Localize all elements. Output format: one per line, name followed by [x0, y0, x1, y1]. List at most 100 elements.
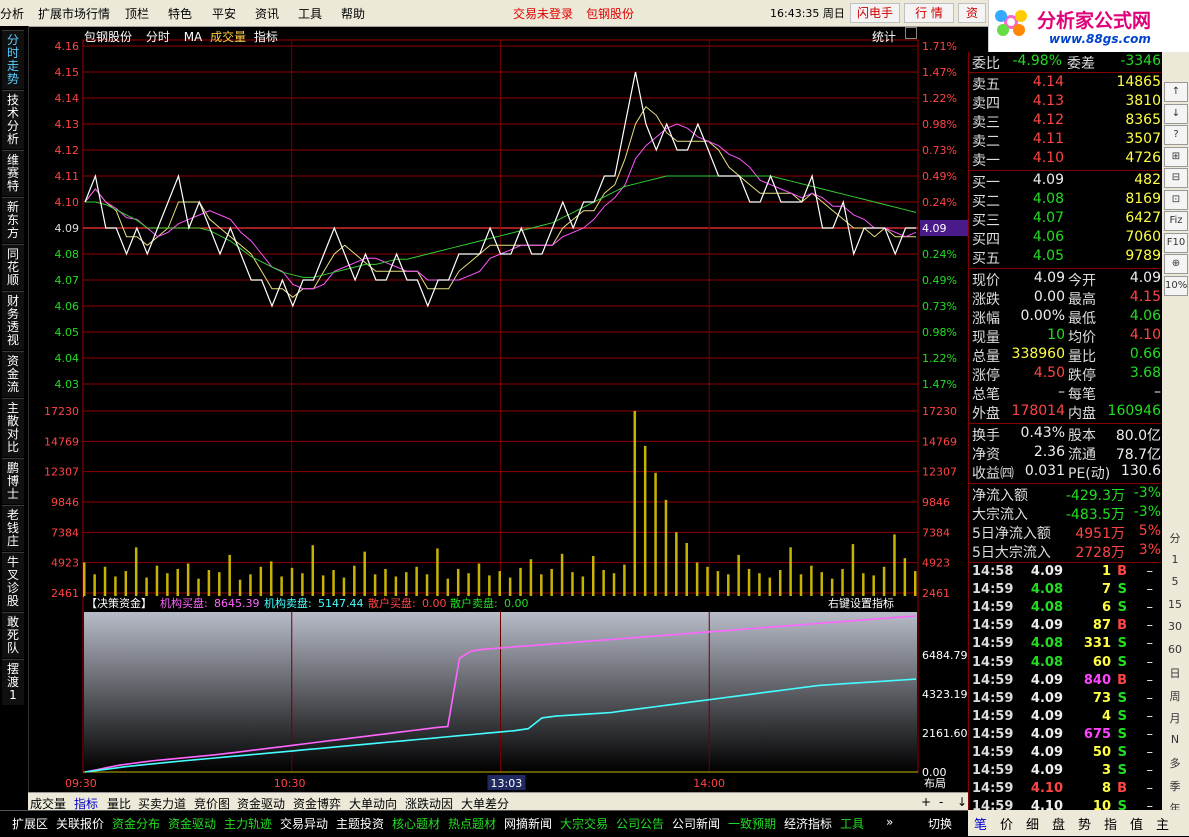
ask-label: 卖五 — [972, 77, 1000, 93]
tick-tab-4[interactable]: 势 — [1078, 814, 1091, 833]
tick-row: 14:59 4.09 73 S – — [969, 691, 1161, 710]
menu-tools[interactable]: 工具 — [298, 5, 322, 22]
ext-tab-5[interactable]: 交易异动 — [280, 815, 328, 832]
pct-tick-label: 0.49% — [922, 170, 957, 183]
ext-tab-16[interactable]: » — [886, 815, 893, 829]
left-tab-4[interactable]: 同花顺 — [2, 244, 24, 290]
ext-tab-10[interactable]: 大宗交易 — [560, 815, 608, 832]
ma-label[interactable]: MA — [184, 30, 203, 44]
period-button-3[interactable]: 15 — [1164, 598, 1186, 611]
period-button-6[interactable]: 日 — [1164, 665, 1186, 681]
menu-analysis[interactable]: 分析 — [0, 5, 24, 22]
period-button-8[interactable]: 月 — [1164, 710, 1186, 726]
period-button-10[interactable]: 多 — [1164, 755, 1186, 771]
tick-tab-3[interactable]: 盘 — [1052, 814, 1065, 833]
ext-tab-1[interactable]: 关联报价 — [56, 815, 104, 832]
menu-special[interactable]: 特色 — [168, 5, 192, 22]
trade-login-status[interactable]: 交易未登录 — [513, 5, 573, 22]
side-tool-icon-4[interactable]: ⊟ — [1164, 168, 1188, 188]
stat-button[interactable]: 统计 — [872, 28, 896, 45]
subchart-control-1[interactable]: - — [939, 795, 943, 809]
ask-price: 4.14 — [1032, 74, 1064, 90]
ext-tab-15[interactable]: 工具 — [840, 815, 864, 832]
side-tool-icon-3[interactable]: ⊞ — [1164, 146, 1188, 167]
stock-name-label: 包钢股份 — [84, 30, 133, 44]
period-button-7[interactable]: 周 — [1164, 688, 1186, 704]
period-button-4[interactable]: 30 — [1164, 620, 1186, 633]
ask-row: 卖五 4.14 14865 — [969, 74, 1161, 93]
ext-tab-13[interactable]: 一致预期 — [728, 815, 776, 832]
ext-tab-0[interactable]: 扩展区 — [12, 815, 48, 832]
menu-help[interactable]: 帮助 — [341, 5, 365, 22]
indicator-label[interactable]: 指标 — [254, 30, 278, 44]
volume-bar — [706, 566, 709, 597]
left-tab-10[interactable]: 牛叉诊股 — [2, 552, 24, 611]
side-tool-icon-1[interactable]: ↓ — [1164, 103, 1188, 124]
ask-label: 卖一 — [972, 153, 1000, 169]
menu-news[interactable]: 资讯 — [255, 5, 279, 22]
side-tool-icon-2[interactable]: ? — [1164, 125, 1188, 145]
side-tool-icon-9[interactable]: 10% — [1164, 275, 1188, 296]
left-tab-7[interactable]: 主散对比 — [2, 398, 24, 457]
ext-tab-11[interactable]: 公司公告 — [616, 815, 664, 832]
left-tab-6[interactable]: 资金流 — [2, 351, 24, 397]
quote-button[interactable]: 行 情 — [904, 3, 954, 23]
period-button-0[interactable]: 分 — [1164, 530, 1186, 546]
tick-tab-5[interactable]: 指 — [1104, 814, 1117, 833]
side-tool-icon-0[interactable]: ↑ — [1164, 82, 1188, 102]
ext-tab-9[interactable]: 网摘新闻 — [504, 815, 552, 832]
ext-tab-14[interactable]: 经济指标 — [784, 815, 832, 832]
tick-tab-1[interactable]: 价 — [1000, 814, 1013, 833]
ext-tab-4[interactable]: 主力轨迹 — [224, 815, 272, 832]
quote-row: 涨跌 0.00 最高 4.15 — [969, 289, 1161, 308]
indicator-header-text-6: 0.00 — [422, 597, 447, 610]
period-button-1[interactable]: 1 — [1164, 553, 1186, 566]
volume-bar — [436, 548, 439, 597]
tick-tab-0[interactable]: 笔 — [974, 814, 987, 833]
tick-tab-6[interactable]: 值 — [1130, 814, 1143, 833]
volume-bar — [321, 575, 325, 597]
left-tab-5[interactable]: 财务透视 — [2, 291, 24, 350]
period-button-2[interactable]: 5 — [1164, 575, 1186, 588]
subchart-control-0[interactable]: + — [921, 795, 931, 809]
left-tab-9[interactable]: 老钱庄 — [2, 505, 24, 551]
subchart-control-2[interactable]: ↓ — [957, 795, 967, 809]
close-panel-icon[interactable] — [905, 27, 917, 39]
volume-label[interactable]: 成交量 — [210, 30, 246, 44]
left-tab-0[interactable]: 分时走势 — [2, 30, 24, 89]
period-label[interactable]: 分时 — [146, 30, 170, 44]
ext-tab-8[interactable]: 热点题材 — [448, 815, 496, 832]
side-tool-icon-6[interactable]: Fiz — [1164, 211, 1188, 231]
switch-button[interactable]: 切换 — [928, 815, 952, 832]
info-button[interactable]: 资 — [958, 3, 986, 23]
indicator-header-text-9[interactable]: 右键设置指标 — [828, 596, 894, 610]
ext-tab-7[interactable]: 核心题材 — [392, 815, 440, 832]
tick-side: S — [1117, 708, 1127, 724]
ext-tab-12[interactable]: 公司新闻 — [672, 815, 720, 832]
menu-topbar[interactable]: 顶栏 — [125, 5, 149, 22]
left-tab-1[interactable]: 技术分析 — [2, 90, 24, 149]
menu-ext-market[interactable]: 扩展市场行情 — [38, 5, 110, 22]
menu-pingan[interactable]: 平安 — [212, 5, 236, 22]
tick-row: 14:59 4.09 4 S – — [969, 709, 1161, 728]
period-button-9[interactable]: N — [1164, 733, 1186, 746]
flash-trade-button[interactable]: 闪电手 — [850, 3, 900, 23]
period-button-11[interactable]: 季 — [1164, 778, 1186, 794]
ext-tab-6[interactable]: 主题投资 — [336, 815, 384, 832]
ext-tab-2[interactable]: 资金分布 — [112, 815, 160, 832]
tick-tab-7[interactable]: 主 — [1156, 814, 1169, 833]
tick-tab-2[interactable]: 细 — [1026, 814, 1039, 833]
tick-time: 14:59 — [972, 763, 1014, 779]
left-tab-2[interactable]: 维赛特 — [2, 150, 24, 196]
left-tab-12[interactable]: 摆渡1 — [2, 659, 24, 705]
side-tool-icon-5[interactable]: ⊡ — [1164, 189, 1188, 210]
left-tab-8[interactable]: 鹏博士 — [2, 458, 24, 504]
left-tab-3[interactable]: 新东方 — [2, 197, 24, 243]
side-tool-icon-8[interactable]: ⊕ — [1164, 254, 1188, 274]
left-tab-11[interactable]: 敢死队 — [2, 612, 24, 658]
side-tool-icon-7[interactable]: F10 — [1164, 232, 1188, 253]
period-button-5[interactable]: 60 — [1164, 643, 1186, 656]
tick-side: S — [1117, 600, 1127, 616]
layout-button[interactable]: 布局 — [924, 777, 946, 790]
ext-tab-3[interactable]: 资金驱动 — [168, 815, 216, 832]
